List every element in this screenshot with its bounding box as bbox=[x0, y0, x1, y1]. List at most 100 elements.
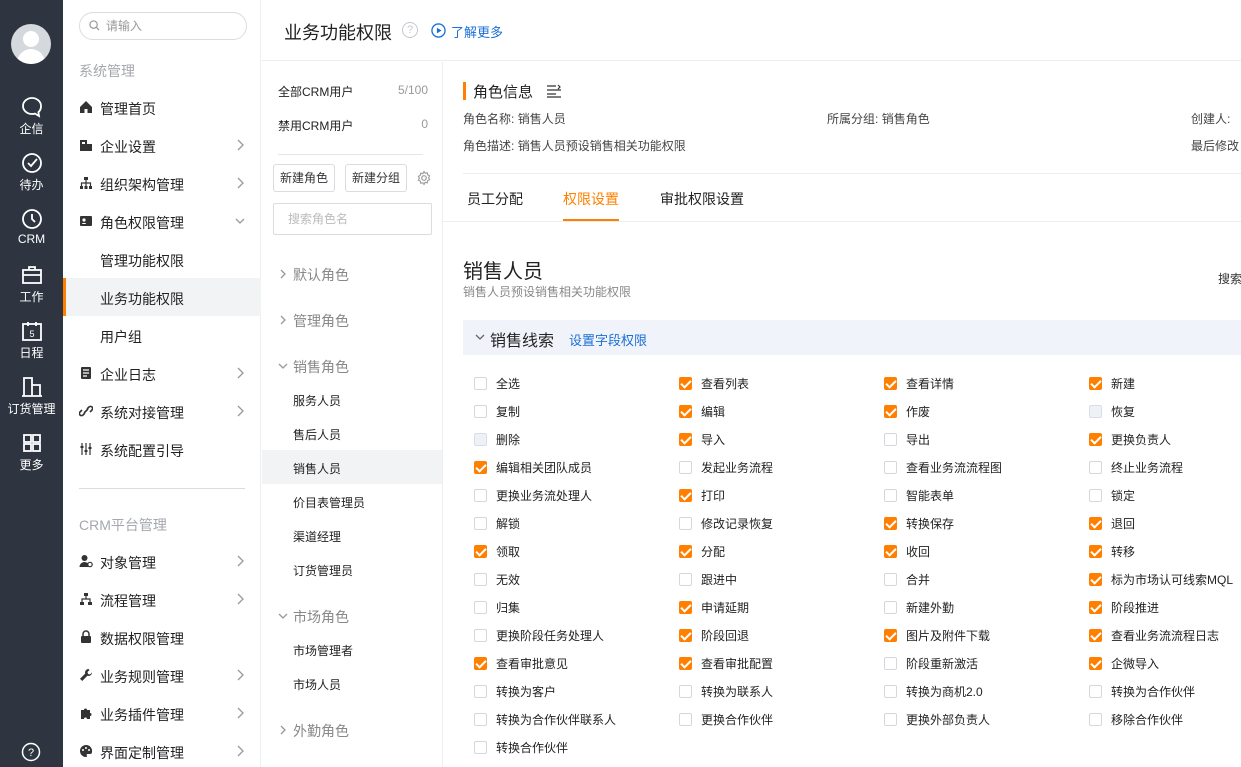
role-search-input[interactable] bbox=[288, 211, 418, 227]
gear-icon[interactable] bbox=[416, 170, 432, 186]
stat-all-crm-users[interactable]: 全部CRM用户 5/100 bbox=[278, 83, 428, 103]
sidebar-item-plugins[interactable]: 业务插件管理 bbox=[63, 694, 261, 732]
checkbox-unchecked[interactable] bbox=[474, 713, 487, 726]
checkbox-unchecked[interactable] bbox=[1089, 461, 1102, 474]
checkbox-checked[interactable] bbox=[679, 405, 692, 418]
checkbox-unchecked[interactable] bbox=[474, 573, 487, 586]
new-role-button[interactable]: 新建角色 bbox=[273, 164, 335, 192]
checkbox-unchecked[interactable] bbox=[1089, 489, 1102, 502]
checkbox-unchecked[interactable] bbox=[679, 517, 692, 530]
checkbox-checked[interactable] bbox=[884, 377, 897, 390]
sidebar-item-flows[interactable]: 流程管理 bbox=[63, 580, 261, 618]
role-search[interactable] bbox=[273, 203, 432, 235]
role-item[interactable]: 售后人员 bbox=[262, 416, 442, 450]
checkbox-unchecked[interactable] bbox=[884, 685, 897, 698]
rail-item-crm[interactable]: CRM bbox=[0, 207, 63, 259]
rail-item-orders[interactable]: 订货管理 bbox=[0, 375, 63, 427]
tab-approval-permissions[interactable]: 审批权限设置 bbox=[660, 189, 744, 209]
checkbox-checked[interactable] bbox=[1089, 629, 1102, 642]
checkbox-unchecked[interactable] bbox=[679, 461, 692, 474]
checkbox-checked[interactable] bbox=[1089, 657, 1102, 670]
checkbox-unchecked[interactable] bbox=[474, 517, 487, 530]
checkbox-checked[interactable] bbox=[1089, 545, 1102, 558]
checkbox-unchecked[interactable] bbox=[474, 629, 487, 642]
checkbox-unchecked[interactable] bbox=[474, 601, 487, 614]
checkbox-unchecked[interactable] bbox=[474, 741, 487, 754]
checkbox-checked[interactable] bbox=[679, 377, 692, 390]
checkbox-unchecked[interactable] bbox=[679, 685, 692, 698]
checkbox-checked[interactable] bbox=[679, 601, 692, 614]
checkbox-unchecked[interactable] bbox=[884, 657, 897, 670]
role-item[interactable]: 市场管理者 bbox=[262, 632, 442, 666]
checkbox-checked[interactable] bbox=[884, 629, 897, 642]
field-permission-link[interactable]: 设置字段权限 bbox=[569, 330, 647, 349]
checkbox-checked[interactable] bbox=[679, 657, 692, 670]
checkbox-checked[interactable] bbox=[1089, 433, 1102, 446]
sidebar-item-integration[interactable]: 系统对接管理 bbox=[63, 392, 261, 430]
checkbox-checked[interactable] bbox=[474, 461, 487, 474]
checkbox-checked[interactable] bbox=[679, 545, 692, 558]
module-header-leads[interactable]: 销售线索 设置字段权限 bbox=[463, 320, 1241, 355]
checkbox-unchecked[interactable] bbox=[884, 433, 897, 446]
sidebar-item-rules[interactable]: 业务规则管理 bbox=[63, 656, 261, 694]
role-item-selected[interactable]: 销售人员 bbox=[262, 450, 442, 484]
sidebar-item-data-perms[interactable]: 数据权限管理 bbox=[63, 618, 261, 656]
new-group-button[interactable]: 新建分组 bbox=[345, 164, 407, 192]
sidebar-item-logs[interactable]: 企业日志 bbox=[63, 354, 261, 392]
sidebar-sub-business-perms[interactable]: 业务功能权限 bbox=[63, 278, 261, 316]
sidebar-item-roles[interactable]: 角色权限管理 bbox=[63, 202, 261, 240]
checkbox-unchecked[interactable] bbox=[474, 405, 487, 418]
help-question-icon[interactable]: ? bbox=[402, 22, 418, 38]
checkbox-unchecked[interactable] bbox=[474, 377, 487, 390]
rail-item-work[interactable]: 工作 bbox=[0, 263, 63, 315]
checkbox-checked[interactable] bbox=[474, 657, 487, 670]
checkbox-unchecked[interactable] bbox=[884, 573, 897, 586]
stat-disabled-crm-users[interactable]: 禁用CRM用户 0 bbox=[278, 117, 428, 137]
checkbox-unchecked[interactable] bbox=[1089, 713, 1102, 726]
role-item[interactable]: 价目表管理员 bbox=[262, 484, 442, 518]
checkbox-checked[interactable] bbox=[884, 405, 897, 418]
rail-item-more[interactable]: 更多 bbox=[0, 431, 63, 483]
checkbox-unchecked[interactable] bbox=[1089, 685, 1102, 698]
role-item[interactable]: 服务人员 bbox=[262, 382, 442, 416]
role-item[interactable]: 市场人员 bbox=[262, 666, 442, 700]
edit-list-icon[interactable] bbox=[546, 84, 562, 98]
sidebar-sub-user-groups[interactable]: 用户组 bbox=[63, 316, 261, 354]
checkbox-checked[interactable] bbox=[1089, 517, 1102, 530]
checkbox-unchecked[interactable] bbox=[474, 685, 487, 698]
checkbox-unchecked[interactable] bbox=[679, 713, 692, 726]
checkbox-checked[interactable] bbox=[884, 517, 897, 530]
checkbox-checked[interactable] bbox=[1089, 601, 1102, 614]
permission-search-label[interactable]: 搜索 bbox=[1218, 270, 1241, 287]
sidebar-sub-admin-perms[interactable]: 管理功能权限 bbox=[63, 240, 261, 278]
rail-item-chat[interactable]: 企信 bbox=[0, 95, 63, 147]
checkbox-checked[interactable] bbox=[1089, 377, 1102, 390]
tab-staff-assign[interactable]: 员工分配 bbox=[467, 189, 523, 209]
checkbox-unchecked[interactable] bbox=[884, 461, 897, 474]
checkbox-unchecked[interactable] bbox=[474, 489, 487, 502]
checkbox-checked[interactable] bbox=[474, 545, 487, 558]
checkbox-checked[interactable] bbox=[679, 629, 692, 642]
role-item[interactable]: 订货管理员 bbox=[262, 552, 442, 586]
role-item[interactable]: 渠道经理 bbox=[262, 518, 442, 552]
checkbox-unchecked[interactable] bbox=[679, 573, 692, 586]
sidebar-item-org[interactable]: 组织架构管理 bbox=[63, 164, 261, 202]
sidebar-item-objects[interactable]: 对象管理 bbox=[63, 542, 261, 580]
checkbox-checked[interactable] bbox=[679, 489, 692, 502]
checkbox-unchecked[interactable] bbox=[884, 489, 897, 502]
rail-item-schedule[interactable]: 5 日程 bbox=[0, 319, 63, 371]
sidebar-item-company[interactable]: 企业设置 bbox=[63, 126, 261, 164]
avatar[interactable] bbox=[11, 24, 51, 64]
sidebar-search-input[interactable] bbox=[106, 17, 236, 35]
checkbox-checked[interactable] bbox=[884, 545, 897, 558]
sidebar-search[interactable] bbox=[79, 12, 247, 40]
checkbox-checked[interactable] bbox=[1089, 573, 1102, 586]
sidebar-item-ui-custom[interactable]: 界面定制管理 bbox=[63, 732, 261, 767]
checkbox-checked[interactable] bbox=[679, 433, 692, 446]
sidebar-item-config-guide[interactable]: 系统配置引导 bbox=[63, 430, 261, 468]
tab-permission-settings[interactable]: 权限设置 bbox=[563, 189, 619, 209]
rail-item-todo[interactable]: 待办 bbox=[0, 151, 63, 203]
sidebar-item-home[interactable]: 管理首页 bbox=[63, 88, 261, 126]
help-circle-icon[interactable]: ? bbox=[21, 742, 41, 762]
checkbox-unchecked[interactable] bbox=[884, 713, 897, 726]
